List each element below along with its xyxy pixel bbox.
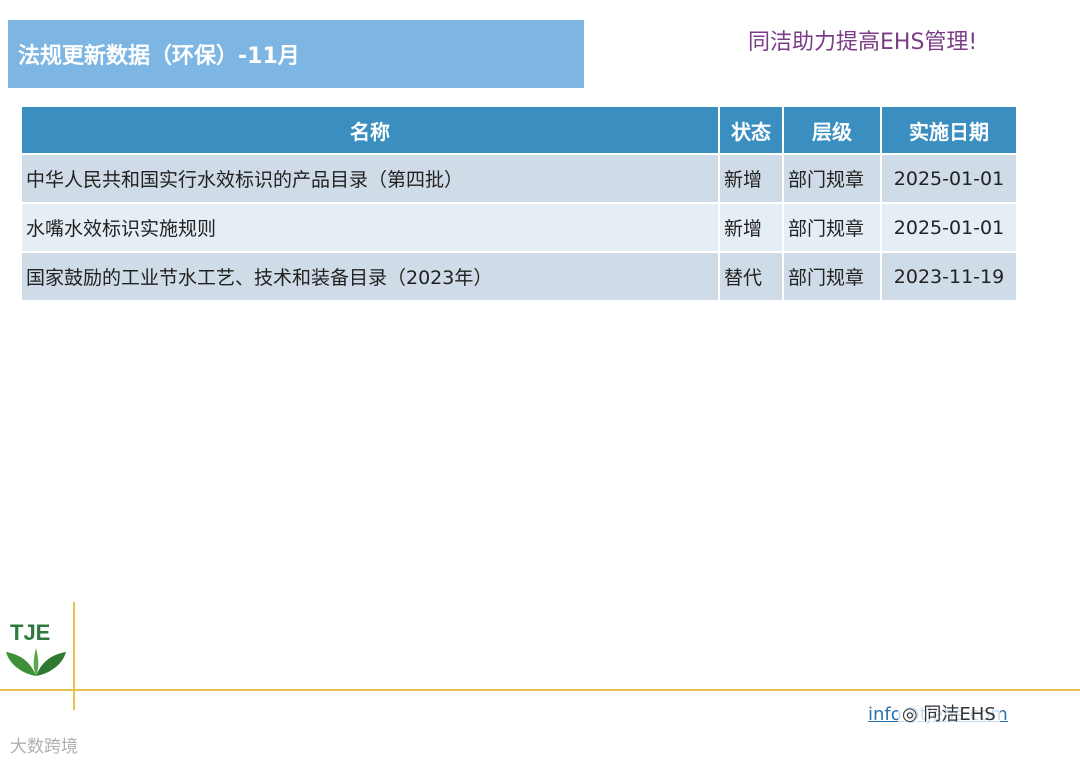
cell-level: 部门规章	[784, 253, 880, 300]
header-name: 名称	[22, 107, 718, 153]
logo-text: TJE	[10, 620, 51, 645]
leaf-icon	[6, 648, 66, 676]
watermark-left: 大数跨境	[10, 737, 78, 757]
header-date: 实施日期	[882, 107, 1016, 153]
cell-level: 部门规章	[784, 204, 880, 251]
cell-level: 部门规章	[784, 155, 880, 202]
cell-date: 2023-11-19	[882, 253, 1016, 300]
table-row: 水嘴水效标识实施规则 新增 部门规章 2025-01-01	[22, 204, 1016, 251]
vertical-rule	[73, 602, 75, 710]
horizontal-rule	[0, 689, 1080, 691]
page-title: 法规更新数据（环保）-11月	[18, 44, 300, 69]
cell-date: 2025-01-01	[882, 155, 1016, 202]
header-status: 状态	[720, 107, 782, 153]
header-level: 层级	[784, 107, 880, 153]
cell-name: 水嘴水效标识实施规则	[22, 204, 718, 251]
cell-status: 新增	[720, 204, 782, 251]
cell-name: 国家鼓励的工业节水工艺、技术和装备目录（2023年）	[22, 253, 718, 300]
watermark-right: ◎ 同洁EHS	[898, 700, 1000, 726]
tje-logo: TJE	[4, 620, 68, 680]
title-banner: 法规更新数据（环保）-11月	[8, 20, 584, 88]
table-row: 中华人民共和国实行水效标识的产品目录（第四批） 新增 部门规章 2025-01-…	[22, 155, 1016, 202]
cell-status: 替代	[720, 253, 782, 300]
table-row: 国家鼓励的工业节水工艺、技术和装备目录（2023年） 替代 部门规章 2023-…	[22, 253, 1016, 300]
cell-status: 新增	[720, 155, 782, 202]
cell-name: 中华人民共和国实行水效标识的产品目录（第四批）	[22, 155, 718, 202]
cell-date: 2025-01-01	[882, 204, 1016, 251]
slogan-text: 同洁助力提高EHS管理!	[748, 30, 978, 55]
regulation-table: 名称 状态 层级 实施日期 中华人民共和国实行水效标识的产品目录（第四批） 新增…	[20, 105, 1018, 302]
table-header-row: 名称 状态 层级 实施日期	[22, 107, 1016, 153]
